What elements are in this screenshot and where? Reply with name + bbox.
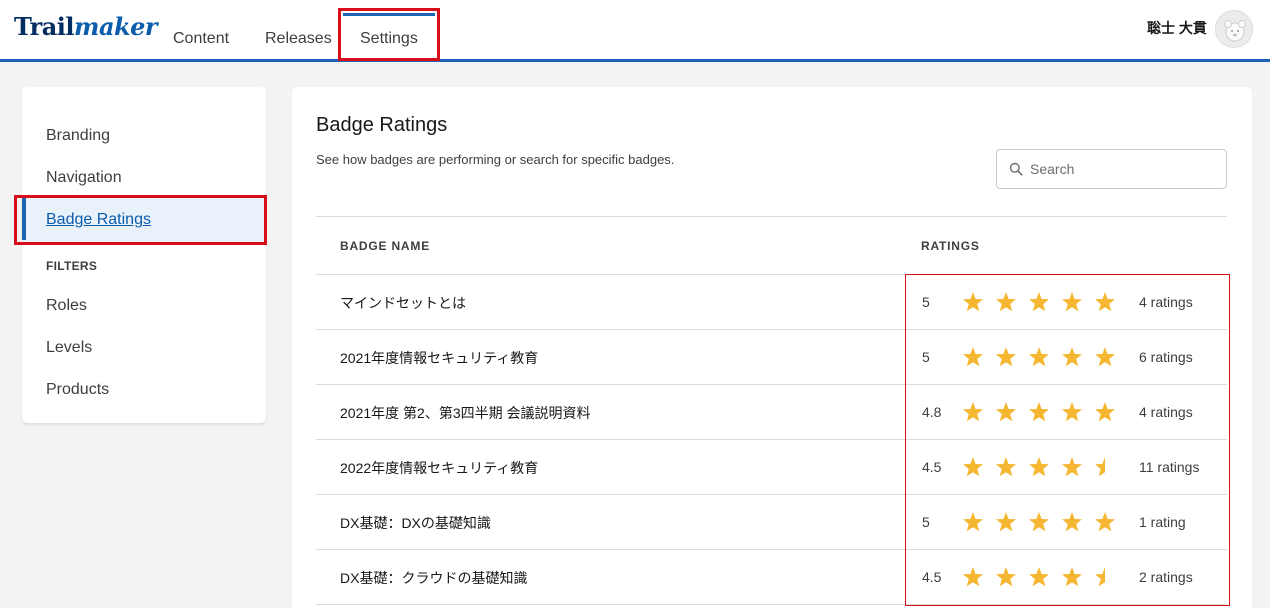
rating-score: 5 xyxy=(922,294,930,310)
search-input[interactable] xyxy=(1030,158,1220,180)
settings-tab-highlight xyxy=(338,8,440,61)
avatar[interactable] xyxy=(1215,10,1253,48)
star-filled-icon xyxy=(1095,512,1115,532)
rating-count: 4 ratings xyxy=(1139,294,1193,310)
rating-count: 2 ratings xyxy=(1139,569,1193,585)
star-filled-icon xyxy=(996,402,1016,422)
star-filled-icon xyxy=(1095,292,1115,312)
star-filled-icon xyxy=(1095,347,1115,367)
star-rating xyxy=(963,457,1105,477)
sidebar-item-products[interactable]: Products xyxy=(46,381,109,399)
rating-count: 4 ratings xyxy=(1139,404,1193,420)
rating-score: 4.5 xyxy=(922,459,942,475)
trailmaker-logo[interactable]: Trailmaker xyxy=(14,12,158,41)
star-filled-icon xyxy=(996,292,1016,312)
rating-count: 11 ratings xyxy=(1139,459,1200,475)
table-row[interactable]: マインドセットとは 5 4 ratings xyxy=(316,275,1227,330)
rating-score: 5 xyxy=(922,514,930,530)
star-filled-icon xyxy=(1029,347,1049,367)
top-header: Trailmaker Content Releases Settings 聡士 … xyxy=(0,0,1270,62)
star-rating xyxy=(963,347,1115,367)
badge-name[interactable]: DX基礎：DXの基礎知識 xyxy=(340,513,491,533)
logo-text-1: Trail xyxy=(14,12,75,41)
table-row[interactable]: 2021年度 第2、第3四半期 会議説明資料 4.8 4 ratings xyxy=(316,385,1227,440)
logo-text-2: maker xyxy=(74,12,158,41)
star-filled-icon xyxy=(1062,292,1082,312)
star-filled-icon xyxy=(996,567,1016,587)
search-icon xyxy=(1009,162,1023,176)
star-half-icon xyxy=(1095,457,1105,477)
star-filled-icon xyxy=(1062,512,1082,532)
star-filled-icon xyxy=(963,457,983,477)
star-filled-icon xyxy=(1062,402,1082,422)
sidebar-item-branding[interactable]: Branding xyxy=(46,127,110,145)
settings-sidebar: Branding Navigation Badge Ratings FILTER… xyxy=(22,87,266,423)
badge-name[interactable]: マインドセットとは xyxy=(340,293,466,313)
column-header-badge-name[interactable]: BADGE NAME xyxy=(340,239,430,253)
star-filled-icon xyxy=(963,512,983,532)
star-filled-icon xyxy=(1029,567,1049,587)
star-filled-icon xyxy=(1062,567,1082,587)
star-filled-icon xyxy=(963,402,983,422)
tab-content[interactable]: Content xyxy=(173,30,229,48)
star-filled-icon xyxy=(1029,292,1049,312)
star-filled-icon xyxy=(1029,457,1049,477)
table-row[interactable]: DX基礎：クラウドの基礎知識 4.5 2 ratings xyxy=(316,550,1227,605)
page-description: See how badges are performing or search … xyxy=(316,152,675,167)
page-title: Badge Ratings xyxy=(316,114,448,136)
sidebar-item-navigation[interactable]: Navigation xyxy=(46,169,122,187)
rating-score: 4.8 xyxy=(922,404,942,420)
star-rating xyxy=(963,512,1115,532)
star-filled-icon xyxy=(996,347,1016,367)
star-rating xyxy=(963,567,1105,587)
table-row[interactable]: DX基礎：DXの基礎知識 5 1 rating xyxy=(316,495,1227,550)
rating-count: 6 ratings xyxy=(1139,349,1193,365)
table-row[interactable]: 2021年度情報セキュリティ教育 5 6 ratings xyxy=(316,330,1227,385)
star-half-icon xyxy=(1095,567,1105,587)
rating-score: 4.5 xyxy=(922,569,942,585)
table-divider xyxy=(316,216,1227,217)
star-filled-icon xyxy=(1062,457,1082,477)
badge-ratings-highlight xyxy=(14,195,267,245)
user-name[interactable]: 聡士 大貫 xyxy=(1147,18,1207,38)
search-box[interactable] xyxy=(996,149,1227,189)
tab-releases[interactable]: Releases xyxy=(265,30,332,48)
star-rating xyxy=(963,402,1115,422)
badge-name[interactable]: 2021年度 第2、第3四半期 会議説明資料 xyxy=(340,403,591,423)
star-filled-icon xyxy=(1095,402,1115,422)
badge-name[interactable]: 2022年度情報セキュリティ教育 xyxy=(340,458,538,478)
star-filled-icon xyxy=(1029,512,1049,532)
filters-heading: FILTERS xyxy=(46,259,98,273)
star-filled-icon xyxy=(963,567,983,587)
avatar-icon xyxy=(1224,20,1246,42)
star-filled-icon xyxy=(963,347,983,367)
star-filled-icon xyxy=(996,512,1016,532)
star-filled-icon xyxy=(963,292,983,312)
column-header-ratings[interactable]: RATINGS xyxy=(921,239,980,253)
main-card: Badge Ratings See how badges are perform… xyxy=(292,87,1252,608)
star-filled-icon xyxy=(1062,347,1082,367)
badge-name[interactable]: 2021年度情報セキュリティ教育 xyxy=(340,348,538,368)
rating-count: 1 rating xyxy=(1139,514,1186,530)
rating-score: 5 xyxy=(922,349,930,365)
star-filled-icon xyxy=(1029,402,1049,422)
table-row[interactable]: 2022年度情報セキュリティ教育 4.5 11 ratings xyxy=(316,440,1227,495)
badge-name[interactable]: DX基礎：クラウドの基礎知識 xyxy=(340,568,527,588)
star-filled-icon xyxy=(996,457,1016,477)
star-rating xyxy=(963,292,1115,312)
sidebar-item-roles[interactable]: Roles xyxy=(46,297,87,315)
sidebar-item-levels[interactable]: Levels xyxy=(46,339,92,357)
